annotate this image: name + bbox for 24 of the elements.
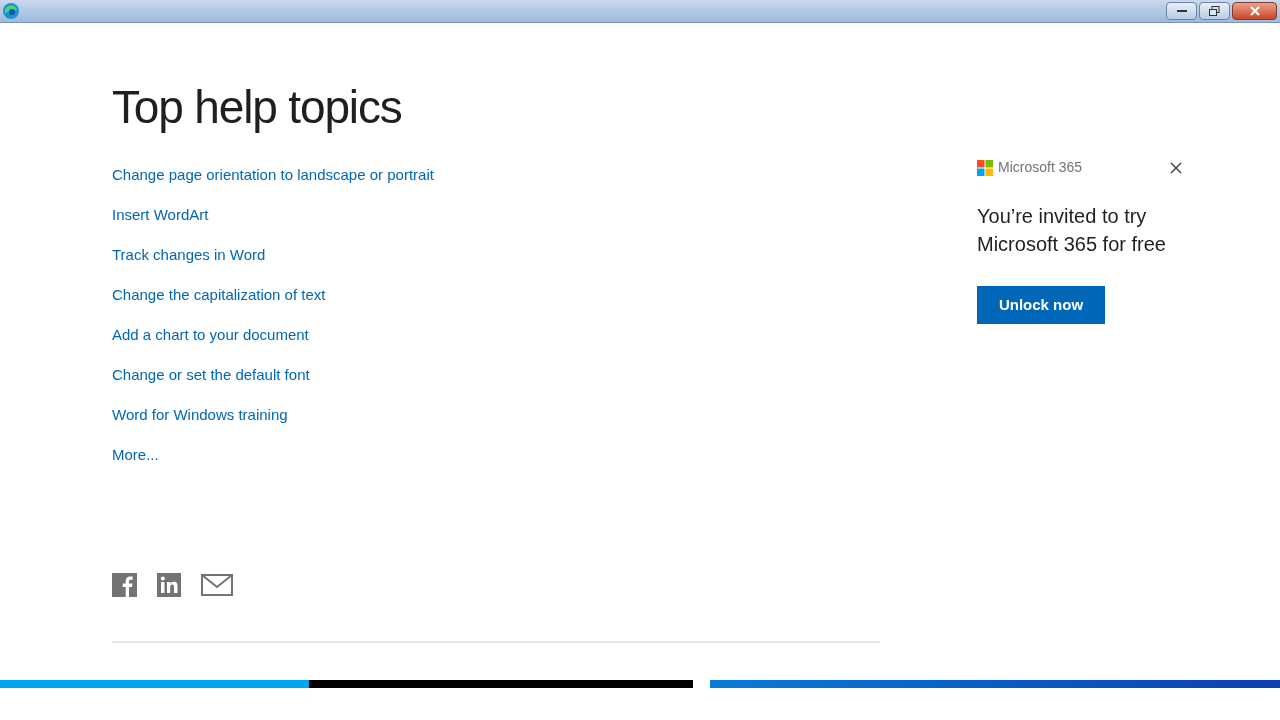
page-heading: Top help topics [112, 80, 403, 135]
minimize-icon [1176, 9, 1187, 13]
minimize-button[interactable] [1166, 2, 1197, 20]
windows-logo-icon [977, 159, 993, 176]
brand-name: Microsoft 365 [998, 158, 1083, 177]
help-topic-link[interactable]: Change page orientation to landscape or portrait [112, 163, 434, 186]
help-topic-link[interactable]: Add a chart to your document [112, 323, 309, 346]
restore-icon [1209, 6, 1220, 16]
mail-icon[interactable] [201, 574, 233, 596]
facebook-icon[interactable] [112, 573, 137, 597]
help-topic-link[interactable]: More... [112, 443, 159, 466]
close-button[interactable] [1232, 2, 1277, 20]
help-topic-link[interactable]: Change or set the default font [112, 363, 310, 386]
browser-icon [2, 2, 20, 20]
help-topic-link[interactable]: Word for Windows training [112, 403, 288, 426]
promo-message: You’re invited to try Microsoft 365 for free [977, 204, 1167, 257]
restore-button[interactable] [1199, 2, 1230, 20]
linkedin-icon[interactable] [157, 573, 181, 597]
close-icon[interactable] [1170, 161, 1182, 174]
help-topic-link[interactable]: Change the capitalization of text [112, 283, 326, 306]
help-topic-link[interactable]: Insert WordArt [112, 203, 209, 226]
close-icon [1249, 6, 1260, 16]
help-topic-link[interactable]: Track changes in Word [112, 243, 266, 266]
unlock-button[interactable]: Unlock now [977, 286, 1105, 324]
